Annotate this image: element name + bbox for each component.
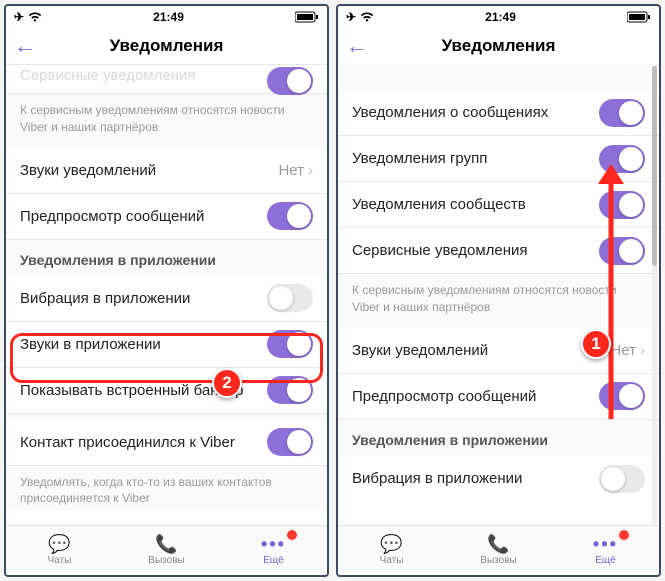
row-desc: К сервисным уведомлениям относятся новос… — [338, 274, 659, 328]
toggle-contact-joined[interactable] — [267, 428, 313, 456]
row-label: Звуки уведомлений — [352, 342, 488, 359]
row-label: Предпросмотр сообщений — [352, 388, 536, 405]
wifi-icon — [28, 11, 42, 23]
notification-badge — [287, 530, 297, 540]
row-group-notifications[interactable]: Уведомления групп — [338, 136, 659, 182]
row-label: Звуки в приложении — [20, 336, 161, 353]
row-label: Уведомления о сообщениях — [352, 104, 548, 121]
left-screenshot: ✈ 21:49 ← Уведомления Сервисные уведомле… — [4, 4, 329, 577]
tab-calls[interactable]: 📞 Вызовы — [445, 526, 552, 575]
toggle-builtin-banner[interactable] — [267, 376, 313, 404]
row-value: Нет› — [278, 162, 313, 179]
chevron-right-icon: › — [308, 162, 313, 179]
row-preview[interactable]: Предпросмотр сообщений — [338, 374, 659, 420]
right-screenshot: ✈ 21:49 ← Уведомления Уведомления о сооб… — [336, 4, 661, 577]
row-label: Сервисные уведомления — [20, 67, 196, 84]
tab-more[interactable]: ••• Ещё — [552, 526, 659, 575]
row-community-notifications[interactable]: Уведомления сообществ — [338, 182, 659, 228]
back-button[interactable]: ← — [346, 33, 374, 59]
row-desc: Уведомлять, когда кто-то из ваших контак… — [6, 466, 327, 512]
settings-list[interactable]: Сервисные уведомления К сервисным уведом… — [6, 64, 327, 525]
row-label: Уведомления групп — [352, 150, 487, 167]
tab-label: Вызовы — [480, 555, 516, 566]
scrollbar-thumb[interactable] — [652, 66, 657, 266]
row-label: Контакт присоединился к Viber — [20, 434, 235, 451]
page-title: Уведомления — [6, 36, 327, 56]
chat-icon: 💬 — [380, 535, 402, 553]
row-label: Уведомления сообществ — [352, 196, 526, 213]
settings-list[interactable]: Уведомления о сообщениях Уведомления гру… — [338, 64, 659, 525]
row-label: Показывать встроенный баннер — [20, 382, 243, 399]
row-builtin-banner[interactable]: Показывать встроенный баннер — [6, 368, 327, 414]
tab-label: Ещё — [263, 555, 283, 566]
wifi-icon — [360, 11, 374, 23]
tab-label: Ещё — [595, 555, 615, 566]
row-label: Вибрация в приложении — [352, 470, 522, 487]
tab-chats[interactable]: 💬 Чаты — [338, 526, 445, 575]
row-in-app-sounds[interactable]: Звуки в приложении — [6, 322, 327, 368]
tab-bar: 💬 Чаты 📞 Вызовы ••• Ещё — [6, 525, 327, 575]
toggle-in-app-sounds[interactable] — [267, 330, 313, 358]
status-time: 21:49 — [485, 10, 516, 24]
toggle-service[interactable] — [599, 237, 645, 265]
airplane-mode-icon: ✈ — [14, 10, 24, 24]
status-bar: ✈ 21:49 — [338, 6, 659, 28]
row-sounds[interactable]: Звуки уведомлений Нет› — [338, 328, 659, 374]
notification-badge — [619, 530, 629, 540]
toggle-groups[interactable] — [599, 145, 645, 173]
more-icon: ••• — [593, 535, 618, 553]
toggle-preview[interactable] — [267, 202, 313, 230]
row-preview[interactable]: Предпросмотр сообщений — [6, 194, 327, 240]
row-service-partial[interactable]: Сервисные уведомления — [6, 64, 327, 94]
back-button[interactable]: ← — [14, 33, 42, 59]
battery-icon — [295, 11, 319, 23]
tab-label: Вызовы — [148, 555, 184, 566]
chat-icon: 💬 — [48, 535, 70, 553]
phone-icon: 📞 — [155, 535, 177, 553]
nav-header: ← Уведомления — [6, 28, 327, 64]
row-vibration[interactable]: Вибрация в приложении — [338, 456, 659, 502]
section-in-app: Уведомления в приложении — [338, 420, 659, 456]
airplane-mode-icon: ✈ — [346, 10, 356, 24]
toggle-vibration[interactable] — [599, 465, 645, 493]
toggle-communities[interactable] — [599, 191, 645, 219]
section-in-app: Уведомления в приложении — [6, 240, 327, 276]
toggle-messages[interactable] — [599, 99, 645, 127]
page-title: Уведомления — [338, 36, 659, 56]
toggle-service[interactable] — [267, 67, 313, 95]
tab-bar: 💬 Чаты 📞 Вызовы ••• Ещё — [338, 525, 659, 575]
row-sounds[interactable]: Звуки уведомлений Нет› — [6, 148, 327, 194]
status-bar: ✈ 21:49 — [6, 6, 327, 28]
nav-header: ← Уведомления — [338, 28, 659, 64]
tab-label: Чаты — [48, 555, 72, 566]
row-service-notifications[interactable]: Сервисные уведомления — [338, 228, 659, 274]
battery-icon — [627, 11, 651, 23]
toggle-vibration[interactable] — [267, 284, 313, 312]
tab-more[interactable]: ••• Ещё — [220, 526, 327, 575]
chevron-right-icon: › — [640, 342, 645, 359]
row-label: Сервисные уведомления — [352, 242, 528, 259]
toggle-preview[interactable] — [599, 382, 645, 410]
tab-chats[interactable]: 💬 Чаты — [6, 526, 113, 575]
row-vibration[interactable]: Вибрация в приложении — [6, 276, 327, 322]
tab-calls[interactable]: 📞 Вызовы — [113, 526, 220, 575]
tab-label: Чаты — [380, 555, 404, 566]
row-contact-joined[interactable]: Контакт присоединился к Viber — [6, 420, 327, 466]
row-label: Предпросмотр сообщений — [20, 208, 204, 225]
row-label: Вибрация в приложении — [20, 290, 190, 307]
row-value: Нет› — [610, 342, 645, 359]
row-label: Звуки уведомлений — [20, 162, 156, 179]
row-desc: К сервисным уведомлениям относятся новос… — [6, 94, 327, 148]
status-time: 21:49 — [153, 10, 184, 24]
row-message-notifications[interactable]: Уведомления о сообщениях — [338, 90, 659, 136]
phone-icon: 📞 — [487, 535, 509, 553]
more-icon: ••• — [261, 535, 286, 553]
